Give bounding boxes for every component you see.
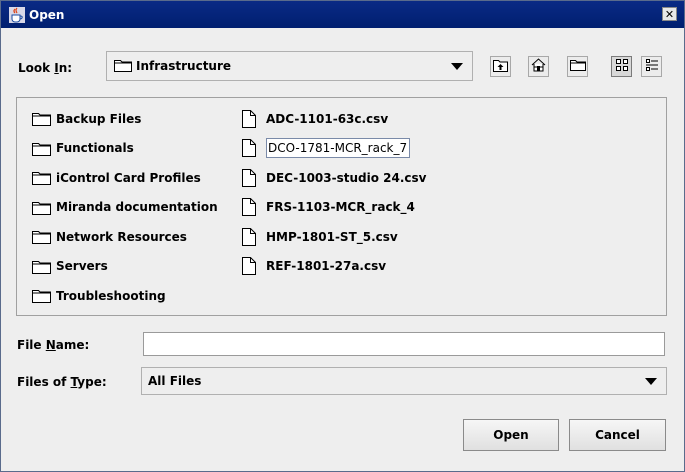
- file-item[interactable]: ADC-1101-63c.csv: [242, 104, 426, 134]
- file-item[interactable]: Backup Files: [32, 104, 218, 134]
- file-item-label: HMP-1801-ST_5.csv: [266, 229, 398, 244]
- file-item-label: Functionals: [56, 141, 134, 156]
- folder-icon: [114, 58, 132, 75]
- file-item-label: FRS-1103-MCR_rack_4: [266, 200, 415, 215]
- open-dialog: Open ✕ Look In: Infrastructure Backup Fi…: [0, 0, 685, 472]
- file-type-value: All Files: [148, 374, 202, 388]
- file-item[interactable]: Troubleshooting: [32, 281, 218, 311]
- file-item[interactable]: HMP-1801-ST_5.csv: [242, 222, 426, 252]
- file-item[interactable]: Network Resources: [32, 222, 218, 252]
- file-item[interactable]: REF-1801-27a.csv: [242, 252, 426, 282]
- file-type-combo[interactable]: All Files: [141, 367, 667, 395]
- document-icon: [242, 257, 262, 276]
- folder-column: Backup Files Functionals iControl Card Pro…: [32, 104, 218, 311]
- list-view-button[interactable]: [611, 56, 632, 77]
- new-folder-icon: [569, 59, 586, 74]
- look-in-label: Look In:: [18, 61, 73, 75]
- file-name-input[interactable]: [143, 332, 665, 356]
- file-item-label: Network Resources: [56, 229, 187, 244]
- java-cup-icon: [9, 6, 25, 23]
- file-item[interactable]: Miranda documentation: [32, 193, 218, 223]
- chevron-down-icon[interactable]: [451, 63, 463, 70]
- cancel-button[interactable]: Cancel: [569, 419, 666, 451]
- up-one-level-icon: [493, 59, 508, 75]
- document-icon: [242, 168, 262, 187]
- look-in-value: Infrastructure: [136, 59, 232, 73]
- file-item-label: Troubleshooting: [56, 288, 166, 303]
- folder-icon: [32, 258, 52, 274]
- file-item[interactable]: Servers: [32, 252, 218, 282]
- file-item-selected[interactable]: DCO-1781-MCR_rack_7: [242, 134, 426, 164]
- new-folder-button[interactable]: [567, 56, 588, 77]
- file-item[interactable]: FRS-1103-MCR_rack_4: [242, 193, 426, 223]
- document-column: ADC-1101-63c.csv DCO-1781-MCR_rack_7 DEC-1…: [242, 104, 426, 281]
- file-type-label: Files of Type:: [17, 375, 107, 389]
- file-item[interactable]: DEC-1003-studio 24.csv: [242, 163, 426, 193]
- file-item-label: ADC-1101-63c.csv: [266, 111, 389, 126]
- folder-icon: [32, 229, 52, 245]
- file-item-label: DEC-1003-studio 24.csv: [266, 170, 427, 185]
- file-item-label: iControl Card Profiles: [56, 170, 201, 185]
- folder-icon: [32, 111, 52, 127]
- file-item[interactable]: Functionals: [32, 134, 218, 164]
- file-item[interactable]: iControl Card Profiles: [32, 163, 218, 193]
- list-view-icon: [615, 58, 629, 75]
- file-name-label: File Name:: [17, 338, 90, 352]
- folder-icon: [32, 288, 52, 304]
- folder-icon: [32, 140, 52, 156]
- home-icon: [531, 58, 546, 75]
- window-title: Open: [29, 7, 65, 22]
- file-item-label: DCO-1781-MCR_rack_7: [266, 138, 411, 159]
- look-in-combo[interactable]: Infrastructure: [106, 51, 473, 81]
- up-one-level-button[interactable]: [490, 56, 511, 77]
- folder-icon: [32, 170, 52, 186]
- document-icon: [242, 139, 262, 158]
- details-view-icon: [645, 58, 659, 75]
- folder-icon: [32, 199, 52, 215]
- home-button[interactable]: [528, 56, 549, 77]
- file-item-label: REF-1801-27a.csv: [266, 259, 387, 274]
- open-button[interactable]: Open: [463, 419, 559, 451]
- document-icon: [242, 198, 262, 217]
- file-item-label: Miranda documentation: [56, 200, 218, 215]
- title-bar[interactable]: Open ✕: [1, 1, 684, 28]
- close-button[interactable]: ✕: [662, 7, 677, 21]
- chevron-down-icon[interactable]: [645, 378, 657, 385]
- file-item-label: Backup Files: [56, 111, 142, 126]
- details-view-button[interactable]: [641, 56, 662, 77]
- document-icon: [242, 109, 262, 128]
- file-list[interactable]: Backup Files Functionals iControl Card Pro…: [16, 97, 667, 316]
- file-item-label: Servers: [56, 259, 108, 274]
- document-icon: [242, 227, 262, 246]
